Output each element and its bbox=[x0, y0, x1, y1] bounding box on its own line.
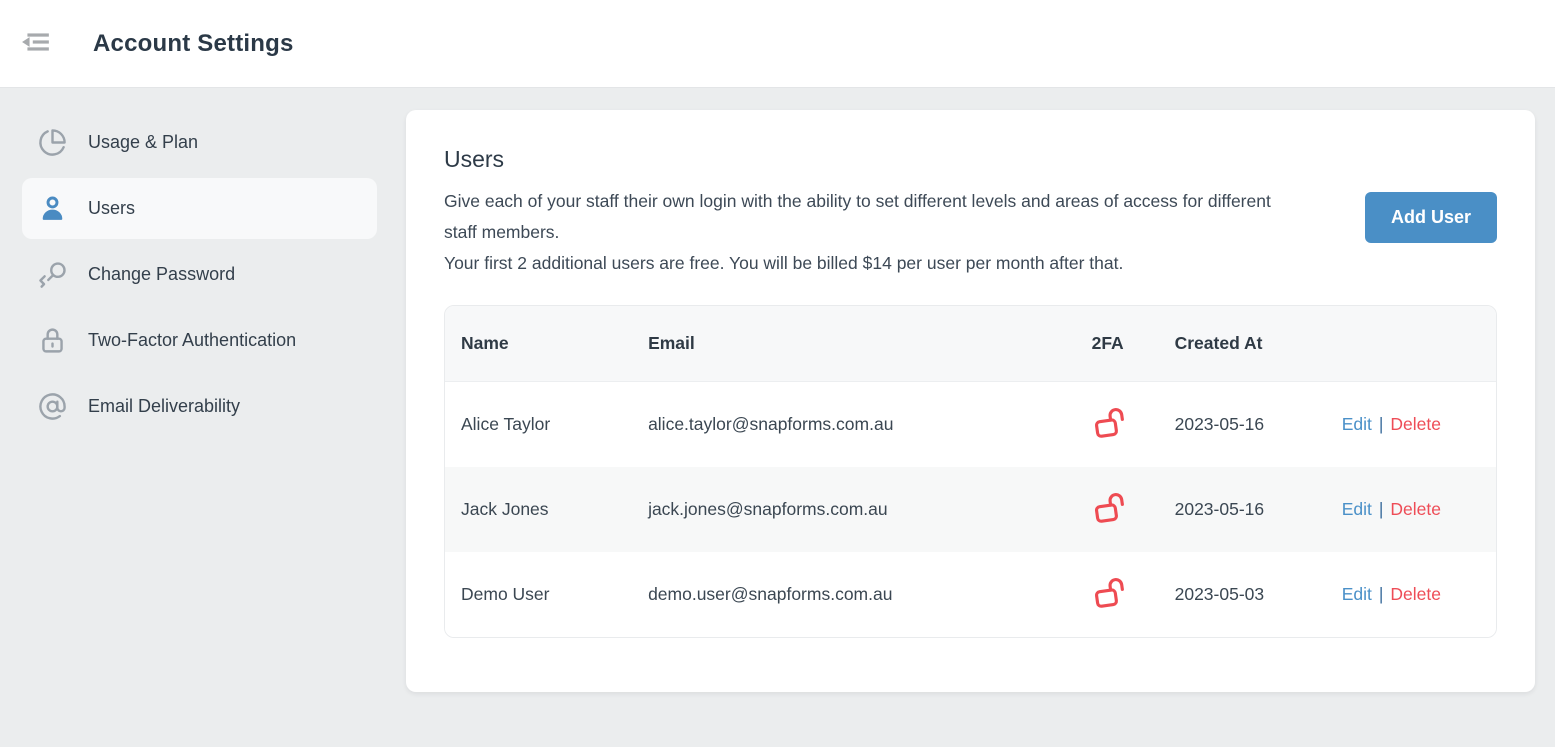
user-name: Jack Jones bbox=[445, 467, 632, 552]
users-panel: Users Give each of your staff their own … bbox=[406, 110, 1535, 692]
column-header-name: Name bbox=[445, 306, 632, 382]
user-name: Alice Taylor bbox=[445, 382, 632, 467]
delete-user-link[interactable]: Delete bbox=[1390, 414, 1441, 434]
delete-user-link[interactable]: Delete bbox=[1390, 584, 1441, 604]
column-header-email: Email bbox=[632, 306, 1076, 382]
users-table: Name Email 2FA Created At Alice Taylor a… bbox=[444, 305, 1497, 638]
column-header-2fa: 2FA bbox=[1076, 306, 1159, 382]
outdent-icon bbox=[21, 29, 51, 58]
table-row: Alice Taylor alice.taylor@snapforms.com.… bbox=[445, 382, 1496, 467]
action-separator: | bbox=[1379, 584, 1384, 604]
users-description: Give each of your staff their own login … bbox=[444, 186, 1304, 248]
user-created-at: 2023-05-16 bbox=[1159, 382, 1326, 467]
table-row: Jack Jones jack.jones@snapforms.com.au 2… bbox=[445, 467, 1496, 552]
user-name: Demo User bbox=[445, 552, 632, 637]
at-sign-icon bbox=[38, 392, 67, 421]
sidebar-item-label: Usage & Plan bbox=[88, 132, 198, 153]
unlock-icon bbox=[1089, 401, 1130, 442]
add-user-button[interactable]: Add User bbox=[1365, 192, 1497, 243]
sidebar-collapse-button[interactable] bbox=[20, 30, 52, 58]
users-billing-note: Your first 2 additional users are free. … bbox=[444, 248, 1304, 279]
edit-user-link[interactable]: Edit bbox=[1342, 584, 1372, 604]
sidebar-item-usage-plan[interactable]: Usage & Plan bbox=[22, 112, 377, 173]
top-bar: Account Settings bbox=[0, 0, 1555, 88]
user-created-at: 2023-05-16 bbox=[1159, 467, 1326, 552]
user-icon bbox=[38, 194, 67, 223]
action-separator: | bbox=[1379, 414, 1384, 434]
sidebar-item-label: Users bbox=[88, 198, 135, 219]
edit-user-link[interactable]: Edit bbox=[1342, 414, 1372, 434]
unlock-icon bbox=[1089, 571, 1130, 612]
sidebar-item-label: Email Deliverability bbox=[88, 396, 240, 417]
panel-title: Users bbox=[444, 146, 1304, 173]
table-row: Demo User demo.user@snapforms.com.au 202… bbox=[445, 552, 1496, 637]
pie-chart-icon bbox=[38, 128, 67, 157]
edit-user-link[interactable]: Edit bbox=[1342, 499, 1372, 519]
column-header-actions bbox=[1326, 306, 1496, 382]
table-header-row: Name Email 2FA Created At bbox=[445, 306, 1496, 382]
user-email: demo.user@snapforms.com.au bbox=[632, 552, 1076, 637]
sidebar-item-two-factor[interactable]: Two-Factor Authentication bbox=[22, 310, 377, 371]
settings-sidebar: Usage & Plan Users Change Password bbox=[22, 112, 377, 442]
user-email: jack.jones@snapforms.com.au bbox=[632, 467, 1076, 552]
sidebar-item-label: Two-Factor Authentication bbox=[88, 330, 296, 351]
column-header-created-at: Created At bbox=[1159, 306, 1326, 382]
sidebar-item-change-password[interactable]: Change Password bbox=[22, 244, 377, 305]
user-created-at: 2023-05-03 bbox=[1159, 552, 1326, 637]
user-email: alice.taylor@snapforms.com.au bbox=[632, 382, 1076, 467]
sidebar-item-users[interactable]: Users bbox=[22, 178, 377, 239]
sidebar-item-label: Change Password bbox=[88, 264, 235, 285]
lock-icon bbox=[38, 326, 67, 355]
key-icon bbox=[38, 260, 67, 289]
action-separator: | bbox=[1379, 499, 1384, 519]
delete-user-link[interactable]: Delete bbox=[1390, 499, 1441, 519]
unlock-icon bbox=[1089, 486, 1130, 527]
page-title: Account Settings bbox=[93, 30, 294, 58]
sidebar-item-email-deliverability[interactable]: Email Deliverability bbox=[22, 376, 377, 437]
